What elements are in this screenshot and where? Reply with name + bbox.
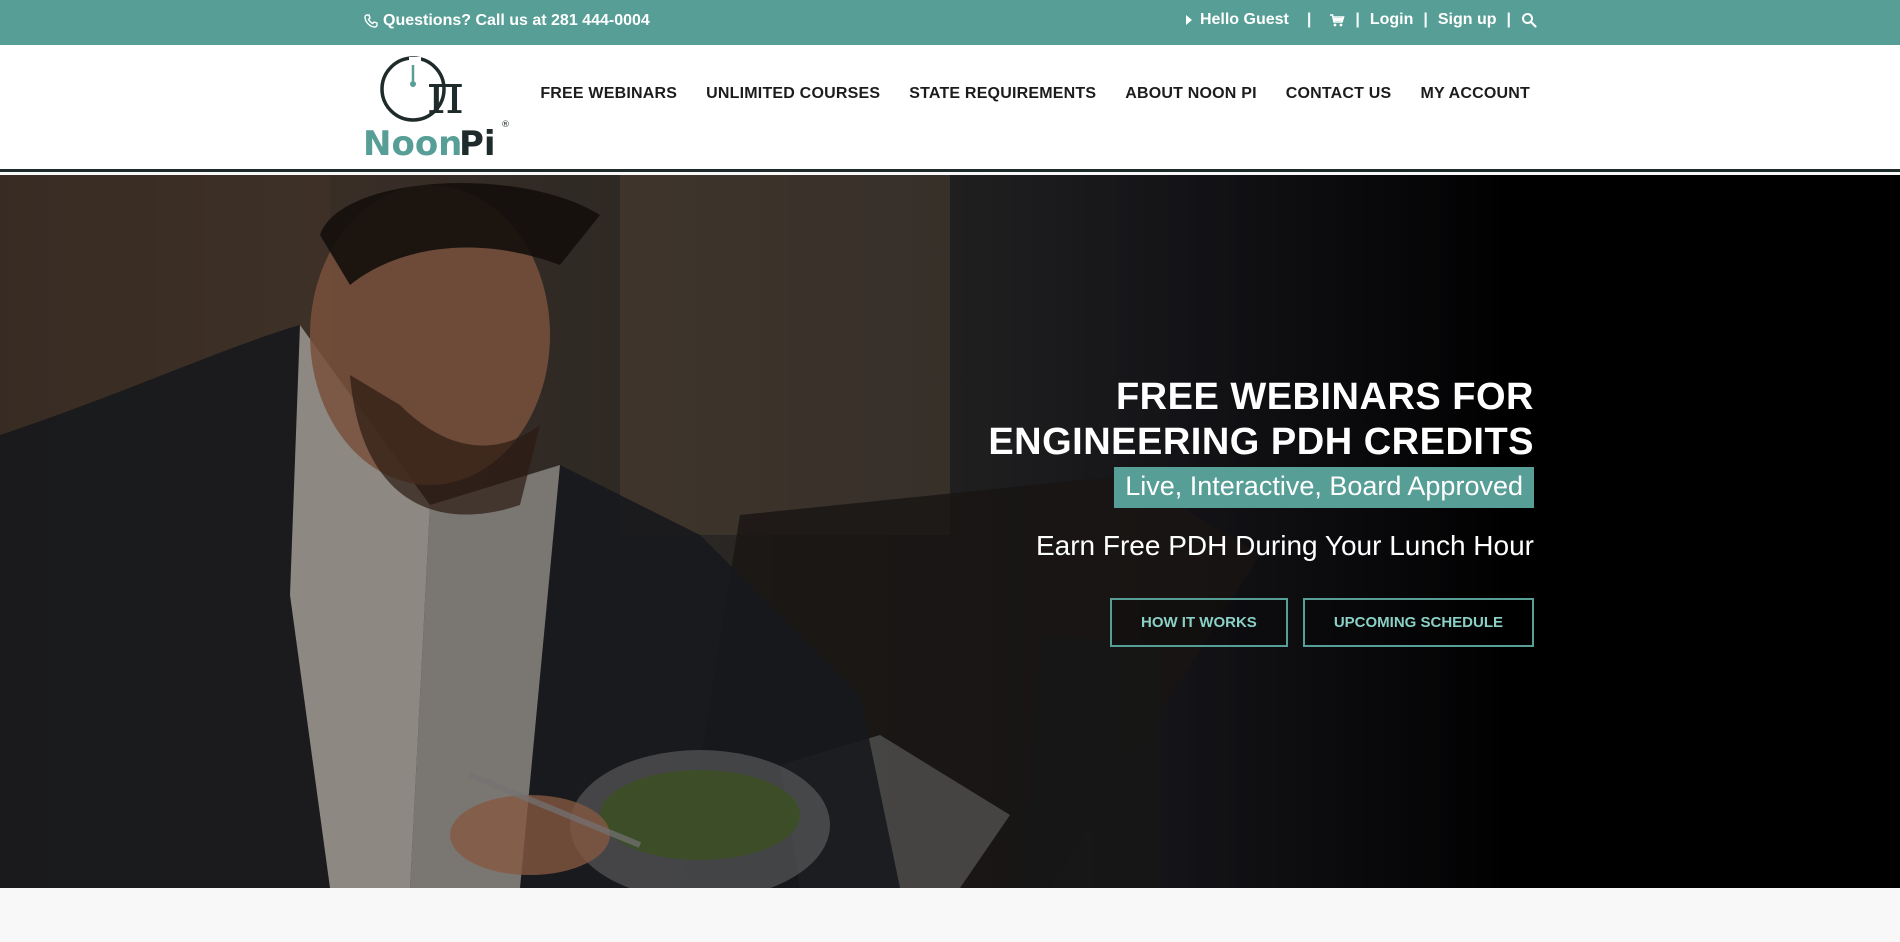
upcoming-schedule-button[interactable]: UPCOMING SCHEDULE (1302, 598, 1534, 647)
signup-link[interactable]: Sign up (1438, 11, 1497, 29)
svg-text:Pi: Pi (459, 124, 496, 159)
hero-background-image (0, 175, 1900, 888)
separator: | (1306, 11, 1312, 28)
hero-title-line2: ENGINEERING PDH CREDITS (988, 421, 1534, 463)
greeting-text: Hello Guest (1199, 11, 1289, 28)
top-bar: Questions? Call us at 281 444-0004 Hello… (0, 0, 1900, 45)
content-area (0, 888, 1900, 942)
search-icon[interactable] (1521, 12, 1537, 28)
separator: | (1423, 11, 1428, 28)
hero-subtitle: Earn Free PDH During Your Lunch Hour (1035, 530, 1534, 561)
phone-contact[interactable]: Questions? Call us at 281 444-0004 (363, 12, 650, 30)
login-link[interactable]: Login (1370, 11, 1414, 29)
svg-text:®: ® (501, 120, 510, 130)
main-nav: FREE WEBINARS UNLIMITED COURSES STATE RE… (540, 85, 1530, 103)
phone-icon (364, 14, 378, 28)
separator: | (1355, 11, 1360, 28)
account-links: Hello Guest | | Login | Sign up | (1185, 11, 1537, 29)
caret-right-icon (1185, 15, 1192, 25)
noonpi-logo[interactable]: π Noon Pi ® (363, 55, 513, 164)
hero-title: FREE WEBINARS FOR ENGINEERING PDH CREDIT… (988, 375, 1534, 465)
nav-free-webinars[interactable]: FREE WEBINARS (540, 85, 677, 103)
logo-wordmark: Noon (363, 124, 462, 159)
hero-title-line1: FREE WEBINARS FOR (1115, 376, 1534, 418)
phone-text: Questions? Call us at 281 444-0004 (383, 12, 650, 29)
cart-icon[interactable] (1329, 12, 1345, 28)
nav-state-requirements[interactable]: STATE REQUIREMENTS (909, 85, 1096, 103)
separator: | (1506, 11, 1511, 28)
nav-contact[interactable]: CONTACT US (1286, 85, 1392, 103)
hero-tagline: Live, Interactive, Board Approved (1114, 467, 1534, 508)
hero-banner: FREE WEBINARS FOR ENGINEERING PDH CREDIT… (0, 175, 1900, 888)
hero-buttons: HOW IT WORKS UPCOMING SCHEDULE (988, 598, 1534, 647)
site-header: π Noon Pi ® FREE WEBINARS UNLIMITED COUR… (0, 45, 1900, 172)
pi-symbol: π (427, 62, 464, 127)
nav-my-account[interactable]: MY ACCOUNT (1420, 85, 1530, 103)
nav-about[interactable]: ABOUT NOON PI (1125, 85, 1257, 103)
how-it-works-button[interactable]: HOW IT WORKS (1109, 598, 1288, 647)
nav-unlimited-courses[interactable]: UNLIMITED COURSES (706, 85, 880, 103)
hero-content: FREE WEBINARS FOR ENGINEERING PDH CREDIT… (988, 375, 1534, 647)
